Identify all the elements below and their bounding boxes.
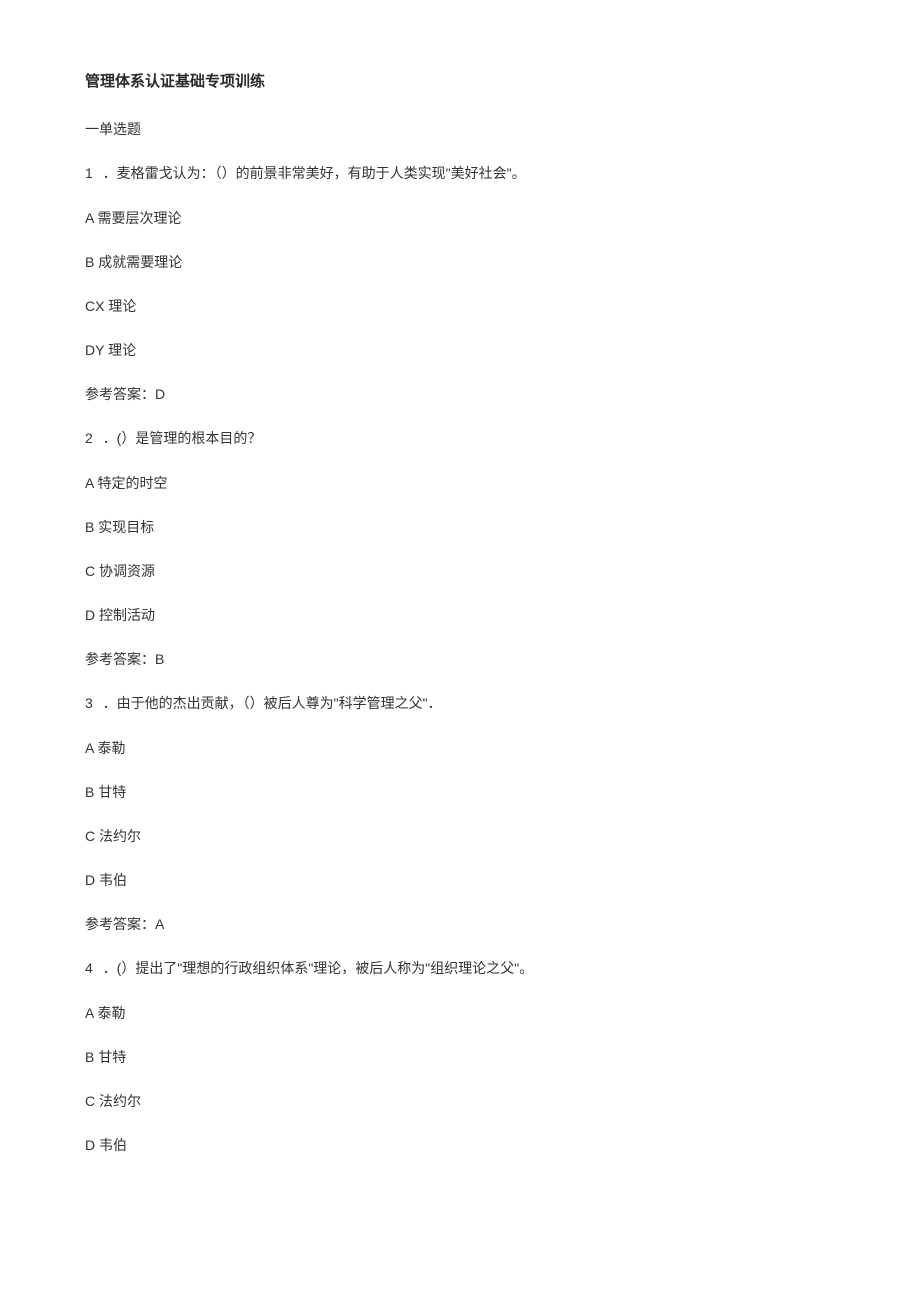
option-a: A 泰勒 <box>85 738 835 758</box>
option-c: C 法约尔 <box>85 826 835 846</box>
question-text: ．(）是管理的根本目的？ <box>103 430 262 446</box>
question-number: 3 <box>85 693 93 714</box>
section-label: 一单选题 <box>85 119 835 139</box>
option-c: CX 理论 <box>85 296 835 316</box>
question-stem: 3 ．由于他的杰出贡献，（）被后人尊为"科学管理之父"． <box>85 693 835 714</box>
option-b: B 实现目标 <box>85 517 835 537</box>
option-d: D 控制活动 <box>85 605 835 625</box>
document-title: 管理体系认证基础专项训练 <box>85 70 835 91</box>
option-c: C 法约尔 <box>85 1091 835 1111</box>
question-stem: 4 ．(）提出了"理想的行政组织体系"理论，被后人称为"组织理论之父"。 <box>85 958 835 979</box>
question-text: ．麦格雷戈认为：（）的前景非常美好，有助于人类实现"美好社会"。 <box>103 165 526 181</box>
option-d: D 韦伯 <box>85 1135 835 1155</box>
option-c: C 协调资源 <box>85 561 835 581</box>
option-b: B 成就需要理论 <box>85 252 835 272</box>
option-a: A 特定的时空 <box>85 473 835 493</box>
question-text: ．由于他的杰出贡献，（）被后人尊为"科学管理之父"． <box>103 695 442 711</box>
answer-line: 参考答案：B <box>85 649 835 669</box>
answer-line: 参考答案：D <box>85 384 835 404</box>
option-b: B 甘特 <box>85 782 835 802</box>
option-a: A 需要层次理论 <box>85 208 835 228</box>
answer-line: 参考答案：A <box>85 914 835 934</box>
option-d: DY 理论 <box>85 340 835 360</box>
question-text: ．(）提出了"理想的行政组织体系"理论，被后人称为"组织理论之父"。 <box>103 960 534 976</box>
question-number: 2 <box>85 428 93 449</box>
question-number: 1 <box>85 163 93 184</box>
option-d: D 韦伯 <box>85 870 835 890</box>
option-b: B 甘特 <box>85 1047 835 1067</box>
question-stem: 2 ．(）是管理的根本目的？ <box>85 428 835 449</box>
option-a: A 泰勒 <box>85 1003 835 1023</box>
question-number: 4 <box>85 958 93 979</box>
question-stem: 1 ．麦格雷戈认为：（）的前景非常美好，有助于人类实现"美好社会"。 <box>85 163 835 184</box>
